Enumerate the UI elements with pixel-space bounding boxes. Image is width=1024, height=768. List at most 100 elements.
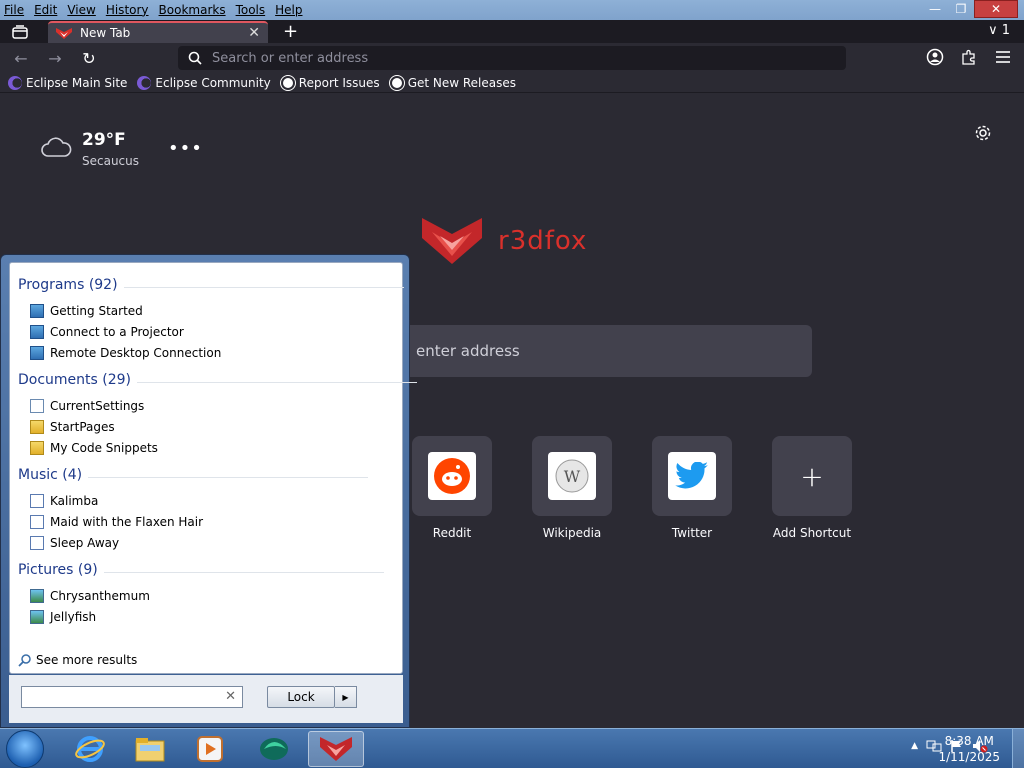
shortcut-twitter[interactable]: Twitter xyxy=(652,436,732,540)
clock-time: 8:38 AM xyxy=(944,734,994,748)
eclipse-icon xyxy=(137,75,152,90)
shortcut-tile xyxy=(652,436,732,516)
folder-icon xyxy=(30,420,44,434)
tray-expand-icon[interactable]: ▲ xyxy=(911,741,918,751)
music-file-icon xyxy=(30,536,44,550)
bookmark-report-issues[interactable]: Report Issues xyxy=(280,75,380,90)
result-label: Connect to a Projector xyxy=(50,325,184,339)
restore-button[interactable]: ❐ xyxy=(948,0,974,18)
account-icon[interactable] xyxy=(926,48,944,66)
group-music: Music (4) xyxy=(18,467,369,483)
shortcut-tile xyxy=(412,436,492,516)
shutdown-options-arrow-icon[interactable]: ▶ xyxy=(335,686,357,708)
result-item[interactable]: Getting Started xyxy=(30,304,143,318)
bookmark-eclipse-community[interactable]: Eclipse Community xyxy=(137,75,271,90)
result-item[interactable]: Maid with the Flaxen Hair xyxy=(30,515,203,529)
content-search-box[interactable]: enter address xyxy=(360,325,812,377)
tab-list-icon[interactable] xyxy=(6,23,34,41)
bookmark-eclipse-main[interactable]: Eclipse Main Site xyxy=(8,75,128,90)
start-orb-button[interactable] xyxy=(6,730,44,768)
close-window-button[interactable]: ✕ xyxy=(974,0,1018,18)
result-item[interactable]: Remote Desktop Connection xyxy=(30,346,221,360)
shortcut-reddit[interactable]: Reddit xyxy=(412,436,492,540)
result-label: Chrysanthemum xyxy=(50,589,150,603)
lock-button[interactable]: Lock xyxy=(267,686,335,708)
new-tab-button[interactable]: + xyxy=(283,21,298,42)
shortcut-label: Wikipedia xyxy=(542,526,602,540)
tab-count-dropdown[interactable]: ∨ 1 xyxy=(988,23,1010,38)
extensions-icon[interactable] xyxy=(960,48,978,66)
projector-icon xyxy=(30,325,44,339)
back-arrow-icon[interactable]: ← xyxy=(10,48,32,68)
github-icon xyxy=(389,75,404,90)
weather-location: Secaucus xyxy=(82,154,140,168)
taskbar-green-app-icon[interactable] xyxy=(246,731,302,767)
menu-tools[interactable]: Tools xyxy=(236,3,266,17)
minimize-button[interactable]: — xyxy=(922,0,948,18)
menu-view[interactable]: View xyxy=(67,3,95,17)
result-item[interactable]: Jellyfish xyxy=(30,610,96,624)
start-menu-footer: ✕ Lock ▶ xyxy=(9,675,403,723)
magnifier-icon xyxy=(18,654,31,667)
taskbar: ▲ 8:38 AM 1/11/2025 xyxy=(0,728,1024,768)
github-icon xyxy=(280,75,295,90)
result-label: My Code Snippets xyxy=(50,441,158,455)
url-bar[interactable]: Search or enter address xyxy=(178,46,846,70)
menu-bookmarks[interactable]: Bookmarks xyxy=(159,3,226,17)
reload-icon[interactable]: ↻ xyxy=(78,48,100,68)
start-menu: Programs (92) Getting Started Connect to… xyxy=(0,254,418,728)
title-bar: File Edit View History Bookmarks Tools H… xyxy=(0,0,1024,43)
bookmark-new-releases[interactable]: Get New Releases xyxy=(389,75,517,90)
result-label: Sleep Away xyxy=(50,536,120,550)
forward-arrow-icon[interactable]: → xyxy=(44,48,66,68)
r3dfox-favicon-icon xyxy=(56,28,72,39)
result-label: CurrentSettings xyxy=(50,399,145,413)
shortcut-wikipedia[interactable]: W Wikipedia xyxy=(532,436,612,540)
picture-icon xyxy=(30,610,44,624)
weather-temperature: 29°F xyxy=(82,130,126,150)
result-label: Kalimba xyxy=(50,494,99,508)
settings-gear-icon[interactable] xyxy=(974,124,992,145)
shortcut-label: Reddit xyxy=(432,526,472,540)
result-label: Jellyfish xyxy=(50,610,97,624)
hamburger-menu-icon[interactable] xyxy=(994,48,1012,66)
taskbar-explorer-icon[interactable] xyxy=(122,731,178,767)
window-controls: — ❐ ✕ xyxy=(922,0,1018,18)
result-label: StartPages xyxy=(50,420,115,434)
search-icon xyxy=(188,51,202,65)
clear-search-icon[interactable]: ✕ xyxy=(225,689,236,704)
shortcut-label: Add Shortcut xyxy=(772,526,852,540)
tab-title: New Tab xyxy=(80,26,131,40)
taskbar-clock[interactable]: 8:38 AM 1/11/2025 xyxy=(938,733,1000,765)
result-item[interactable]: Chrysanthemum xyxy=(30,589,150,603)
taskbar-ie-icon[interactable] xyxy=(62,731,118,767)
menu-file[interactable]: File xyxy=(4,3,24,17)
menu-help[interactable]: Help xyxy=(275,3,302,17)
result-item[interactable]: Kalimba xyxy=(30,494,98,508)
taskbar-media-player-icon[interactable] xyxy=(182,731,238,767)
clock-date: 1/11/2025 xyxy=(938,750,1000,764)
bookmark-label: Get New Releases xyxy=(407,75,517,90)
content-search-placeholder: enter address xyxy=(416,342,520,360)
result-item[interactable]: Connect to a Projector xyxy=(30,325,184,339)
result-item[interactable]: Sleep Away xyxy=(30,536,119,550)
cloud-icon xyxy=(41,137,72,157)
url-placeholder: Search or enter address xyxy=(212,50,369,66)
show-desktop-button[interactable] xyxy=(1012,729,1024,768)
result-item[interactable]: My Code Snippets xyxy=(30,441,158,455)
twitter-bird-icon xyxy=(668,452,716,500)
close-tab-icon[interactable]: ✕ xyxy=(248,25,260,41)
menu-history[interactable]: History xyxy=(106,3,149,17)
more-options-icon[interactable]: ••• xyxy=(168,138,203,159)
taskbar-r3dfox-icon[interactable] xyxy=(308,731,364,767)
tab-new-tab[interactable]: New Tab ✕ xyxy=(48,21,268,43)
result-item[interactable]: CurrentSettings xyxy=(30,399,144,413)
weather-widget[interactable]: 29°F Secaucus xyxy=(40,130,139,168)
shortcut-add[interactable]: + Add Shortcut xyxy=(772,436,852,540)
see-more-results-link[interactable]: See more results xyxy=(18,653,137,667)
menu-edit[interactable]: Edit xyxy=(34,3,57,17)
start-search-input[interactable]: ✕ xyxy=(21,686,243,708)
bookmark-label: Eclipse Main Site xyxy=(26,75,128,90)
bookmark-label: Report Issues xyxy=(298,75,380,90)
result-item[interactable]: StartPages xyxy=(30,420,115,434)
